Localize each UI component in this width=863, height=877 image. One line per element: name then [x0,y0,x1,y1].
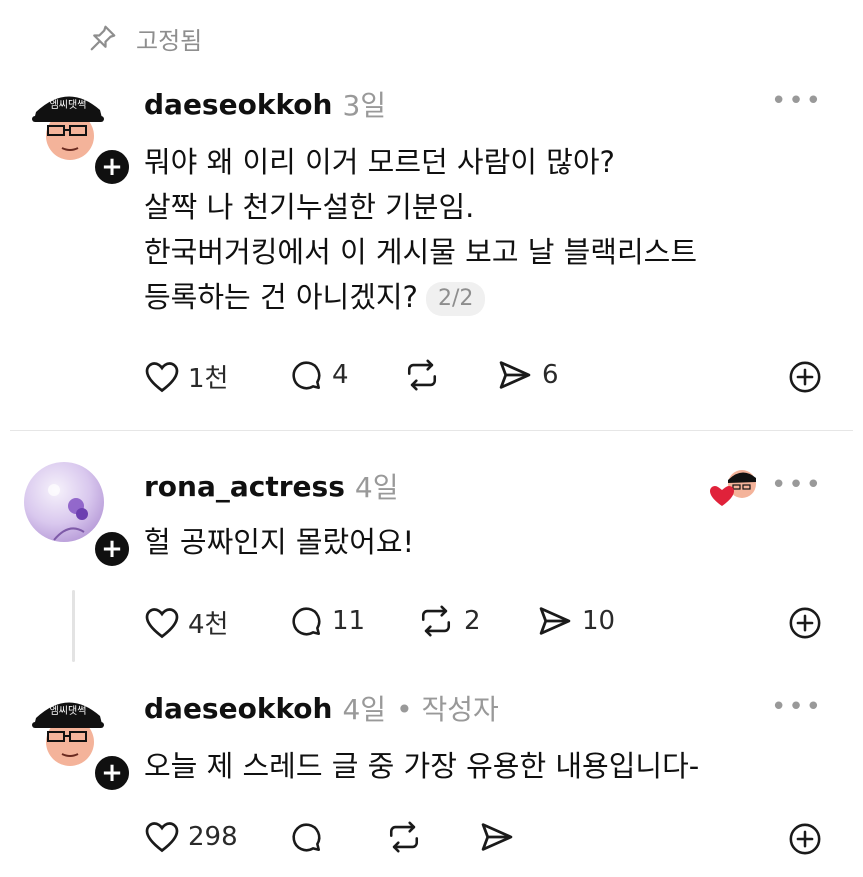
follow-plus-button[interactable]: + [91,528,133,570]
post-line: 뭐야 왜 이리 이거 모르던 사람이 많아? [144,145,615,179]
comment-icon [288,820,324,854]
post-actions: 4천 11 2 10 [144,604,834,644]
svg-text:엠씨댓썩: 엠씨댓썩 [50,99,87,111]
post-line: 헐 공짜인지 몰랐어요! [144,525,415,559]
post-actions: 298 [144,820,834,860]
add-circle-icon[interactable] [788,606,822,640]
share-icon [478,820,516,854]
post-header: rona_actress 4일 [144,464,398,508]
pinned-header: 고정됨 [88,20,202,56]
post-body: 헐 공짜인지 몰랐어요! [144,520,824,565]
share-icon [496,358,534,392]
follow-plus-button[interactable]: + [91,752,133,794]
avatar[interactable]: 엠씨댓썩 [28,688,108,768]
comment-count: 4 [332,360,349,390]
like-count: 4천 [188,610,229,640]
share-count: 10 [582,606,616,636]
like-button[interactable]: 4천 [144,604,228,641]
heart-icon [144,360,180,394]
post-actions: 1천 4 6 [144,358,834,398]
post-line: 살짝 나 천기누설한 기분임. [144,190,475,224]
avatar[interactable]: 엠씨댓썩 [28,82,108,162]
comment-icon [288,604,324,638]
more-icon[interactable]: ••• [771,86,823,116]
username[interactable]: daeseokkoh [144,692,332,725]
post-time: 4일 [342,693,387,726]
comment-button[interactable]: 4 [288,358,349,392]
more-icon[interactable]: ••• [771,692,823,722]
author-tag: • 작성자 [396,693,499,726]
like-count: 1천 [188,364,229,394]
pinned-label: 고정됨 [136,26,203,55]
post-line: 등록하는 건 아니겠지? [144,280,418,314]
repost-button[interactable] [402,358,450,392]
share-button[interactable]: 6 [496,358,559,392]
creator-liked-indicator [706,466,760,510]
like-button[interactable]: 1천 [144,358,228,395]
share-button[interactable] [478,820,516,854]
share-icon [536,604,574,638]
like-button[interactable]: 298 [144,820,238,854]
heart-icon [710,486,734,506]
heart-icon [144,820,180,854]
repost-button[interactable] [384,820,424,854]
divider [10,430,853,431]
add-circle-icon[interactable] [788,822,822,856]
comment-button[interactable]: 11 [288,604,365,638]
post-body: 뭐야 왜 이리 이거 모르던 사람이 많아? 살짝 나 천기누설한 기분임. 한… [144,140,824,320]
heart-icon [144,606,180,640]
username[interactable]: daeseokkoh [144,88,332,121]
username[interactable]: rona_actress [144,470,345,503]
repost-icon [384,820,424,854]
more-icon[interactable]: ••• [771,470,823,500]
post-line: 한국버거킹에서 이 게시물 보고 날 블랙리스트 [144,235,698,269]
repost-button[interactable]: 2 [416,604,481,638]
post-time: 4일 [354,471,399,504]
post-body: 오늘 제 스레드 글 중 가장 유용한 내용입니다- [144,744,824,789]
pin-icon [88,23,118,53]
post-line: 오늘 제 스레드 글 중 가장 유용한 내용입니다- [144,749,700,783]
repost-icon [402,358,442,392]
thread-line [72,590,75,662]
post-header: daeseokkoh 4일 • 작성자 [144,686,499,730]
follow-plus-button[interactable]: + [91,146,133,188]
comment-icon [288,358,324,392]
post-header: daeseokkoh 3일 [144,82,386,126]
comment-button[interactable] [288,820,324,854]
like-count: 298 [188,822,238,852]
comment-count: 11 [332,606,366,636]
avatar[interactable] [24,462,104,542]
repost-icon [416,604,456,638]
share-count: 6 [542,360,559,390]
add-circle-icon[interactable] [788,360,822,394]
share-button[interactable]: 10 [536,604,615,638]
svg-text:엠씨댓썩: 엠씨댓썩 [50,705,87,717]
repost-count: 2 [464,606,481,636]
page-badge: 2/2 [425,282,486,316]
post-time: 3일 [342,89,387,122]
